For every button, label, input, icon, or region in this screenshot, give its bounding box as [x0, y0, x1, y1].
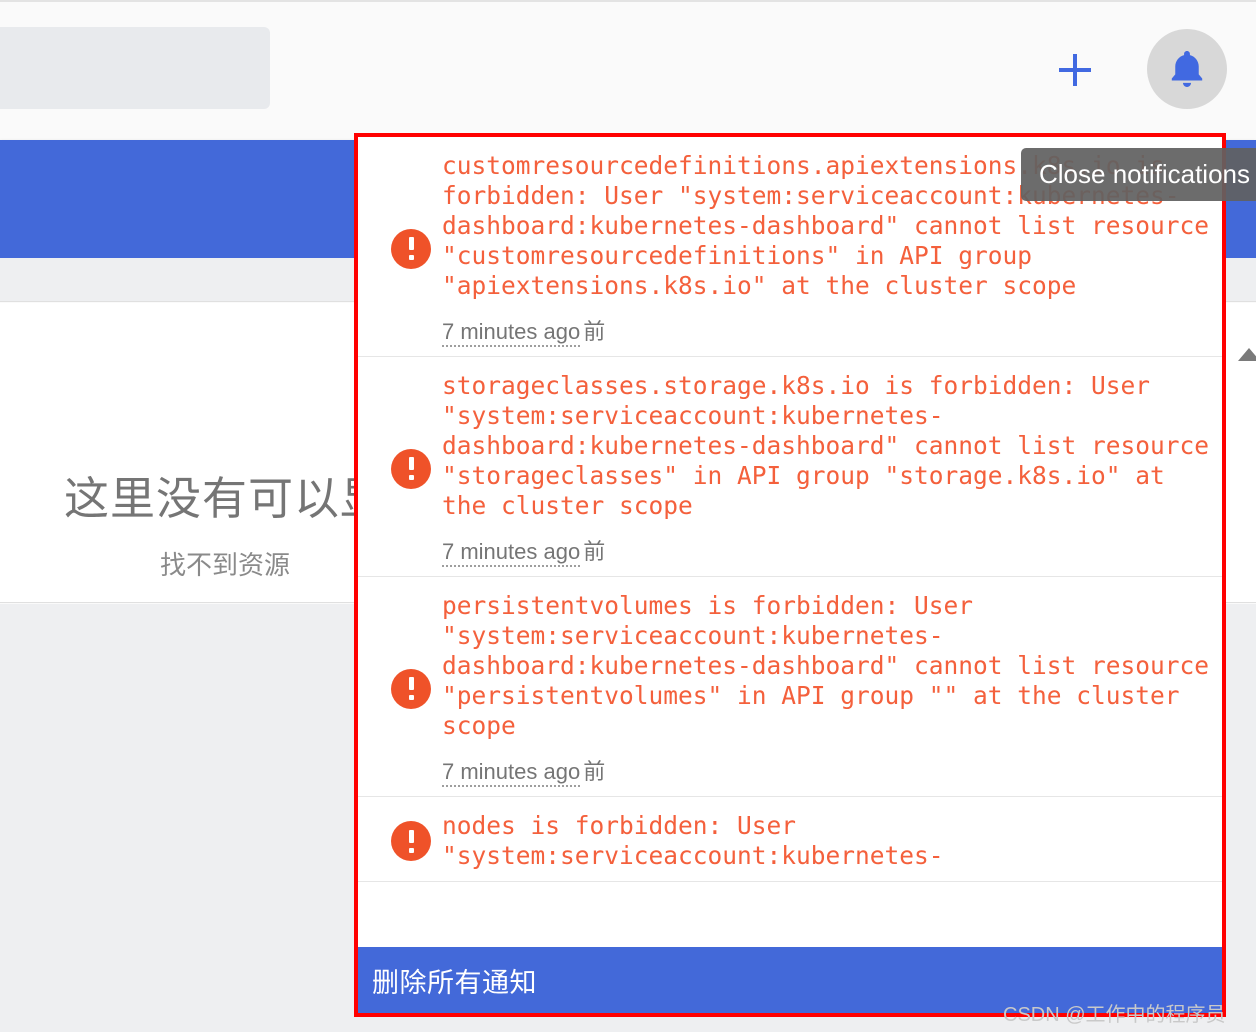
notification-icon-cell: [380, 668, 442, 709]
notification-item[interactable]: persistentvolumes is forbidden: User "sy…: [358, 577, 1222, 797]
notification-time-suffix: 前: [583, 319, 606, 344]
error-icon-bar: [408, 829, 414, 843]
error-icon-bar: [408, 677, 414, 690]
notification-icon-cell: [380, 228, 442, 269]
error-icon: [391, 448, 431, 489]
notification-body: storageclasses.storage.k8s.io is forbidd…: [442, 371, 1214, 567]
error-icon: [391, 228, 431, 269]
notification-icon-cell: [380, 448, 442, 489]
notification-body: persistentvolumes is forbidden: User "sy…: [442, 591, 1214, 787]
notification-message: storageclasses.storage.k8s.io is forbidd…: [442, 371, 1210, 520]
notification-timestamp: 7 minutes ago 前: [442, 754, 1214, 787]
bell-icon: [1165, 46, 1209, 92]
notification-time-relative: 7 minutes ago: [442, 319, 581, 347]
delete-all-notifications-label: 删除所有通知: [372, 967, 537, 998]
plus-icon[interactable]: [1055, 50, 1095, 90]
notification-time-relative: 7 minutes ago: [442, 759, 581, 787]
close-notifications-tooltip: Close notifications: [1021, 148, 1256, 201]
notification-message: nodes is forbidden: User "system:service…: [442, 811, 944, 870]
notification-item[interactable]: nodes is forbidden: User "system:service…: [358, 797, 1222, 882]
notification-time-relative: 7 minutes ago: [442, 539, 581, 567]
error-icon-dot: [408, 847, 414, 853]
notifications-panel[interactable]: customresourcedefinitions.apiextensions.…: [354, 133, 1226, 1017]
error-icon-bar: [408, 237, 414, 250]
error-icon: [391, 668, 431, 709]
top-divider: [0, 0, 1256, 2]
error-icon-dot: [408, 695, 414, 700]
notification-time-suffix: 前: [583, 759, 606, 784]
notification-message: persistentvolumes is forbidden: User "sy…: [442, 591, 1210, 740]
notification-time-suffix: 前: [583, 539, 606, 564]
notification-body: nodes is forbidden: User "system:service…: [442, 811, 1214, 871]
notifications-list[interactable]: customresourcedefinitions.apiextensions.…: [358, 137, 1222, 1013]
notification-item[interactable]: storageclasses.storage.k8s.io is forbidd…: [358, 357, 1222, 577]
error-icon-dot: [408, 475, 414, 480]
notification-icon-cell: [380, 821, 442, 861]
notifications-bell-button[interactable]: [1147, 29, 1227, 109]
scroll-up-arrow-icon[interactable]: [1238, 348, 1256, 361]
screen-root: 这里没有可以显 找不到资源 customresourcedefinitions.…: [0, 0, 1256, 1032]
error-icon-bar: [408, 457, 414, 470]
notification-timestamp: 7 minutes ago 前: [442, 314, 1214, 347]
app-top-bar: [0, 0, 1256, 133]
watermark: CSDN @工作中的程序员: [1003, 1004, 1226, 1026]
notification-timestamp: 7 minutes ago 前: [442, 534, 1214, 567]
error-icon-dot: [408, 255, 414, 260]
search-input[interactable]: [0, 27, 270, 109]
error-icon: [391, 821, 431, 861]
